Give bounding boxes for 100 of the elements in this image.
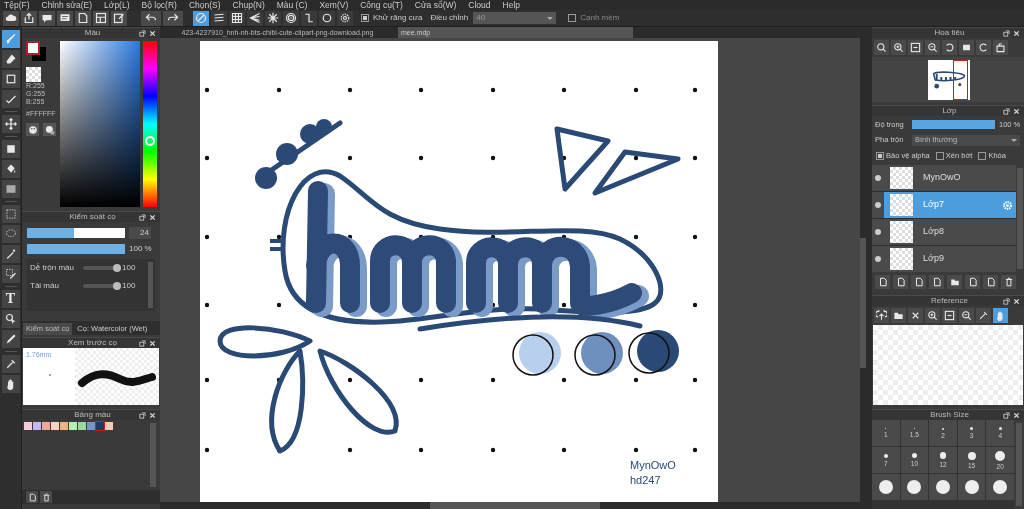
- import-button[interactable]: [911, 275, 926, 289]
- zoom-in-button[interactable]: [891, 40, 906, 55]
- color-swatch[interactable]: [69, 422, 77, 430]
- color-swatch[interactable]: [105, 422, 113, 430]
- export-button[interactable]: [21, 10, 37, 26]
- scrollbar[interactable]: [150, 423, 156, 487]
- menu-item[interactable]: Xem(V): [319, 0, 349, 10]
- ring-button[interactable]: [319, 10, 335, 26]
- color-swatch[interactable]: [96, 422, 104, 430]
- slider-track[interactable]: [83, 284, 119, 288]
- edit-page-button[interactable]: [111, 10, 127, 26]
- add-layer-button[interactable]: [929, 275, 944, 289]
- gear-button[interactable]: [337, 10, 353, 26]
- color-swatch[interactable]: [33, 422, 41, 430]
- magic-wand-tool-button[interactable]: [1, 245, 20, 263]
- layer-row[interactable]: MynOwO: [872, 165, 1016, 191]
- brush-size-slider[interactable]: [27, 228, 125, 238]
- selection-tool-button[interactable]: [1, 205, 20, 223]
- select-cursor-tool-button[interactable]: [1, 310, 20, 328]
- hue-handle[interactable]: [145, 135, 155, 146]
- panel-layout-button[interactable]: [93, 10, 109, 26]
- upload-button[interactable]: [874, 308, 889, 323]
- zoom-out-button[interactable]: [959, 308, 974, 323]
- redo-button[interactable]: [163, 10, 183, 26]
- scrollbar[interactable]: [1016, 423, 1022, 506]
- trash-button[interactable]: [1001, 275, 1016, 289]
- horizontal-scrollbar[interactable]: [160, 502, 860, 509]
- gradient-tool-button[interactable]: [1, 180, 20, 198]
- color-swatch[interactable]: [87, 422, 95, 430]
- fit-screen-button[interactable]: [942, 308, 957, 323]
- brush-size-field[interactable]: 24: [129, 227, 151, 239]
- layer-option-checkbox[interactable]: [876, 152, 884, 160]
- slider-thumb[interactable]: [113, 264, 121, 272]
- eyedropper-tool-button[interactable]: [1, 355, 20, 373]
- square-tool-button[interactable]: [1, 140, 20, 158]
- menu-item[interactable]: Lớp(L): [104, 0, 130, 10]
- slider-thumb[interactable]: [113, 282, 121, 290]
- duplicate-button[interactable]: [965, 275, 980, 289]
- rotate-right-button[interactable]: [976, 40, 991, 55]
- transparent-swatch[interactable]: [26, 67, 41, 82]
- zoom-in-button[interactable]: [925, 308, 940, 323]
- undo-button[interactable]: [141, 10, 161, 26]
- merge-button[interactable]: [983, 275, 998, 289]
- scrollbar-thumb[interactable]: [430, 502, 600, 509]
- brush-tool-button[interactable]: [1, 30, 20, 48]
- menu-item[interactable]: Cửa sổ(W): [414, 0, 457, 10]
- brush-opacity-slider[interactable]: [27, 244, 125, 254]
- color-swatch[interactable]: [60, 422, 68, 430]
- rotate-left-button[interactable]: [942, 40, 957, 55]
- move-tool-button[interactable]: [1, 115, 20, 133]
- foreground-background-swatch[interactable]: [26, 41, 48, 63]
- lasso-tool-button[interactable]: [1, 225, 20, 243]
- menu-item[interactable]: Help: [502, 0, 521, 10]
- menu-item[interactable]: Chọn(S): [188, 0, 221, 10]
- brush-size-option[interactable]: [986, 474, 1014, 500]
- menu-item[interactable]: Công cụ(T): [360, 0, 403, 10]
- eraser-tool-button[interactable]: [1, 50, 20, 68]
- pen-tool-button[interactable]: [1, 330, 20, 348]
- brush-size-option[interactable]: [929, 474, 957, 500]
- text-tool-button[interactable]: T: [1, 290, 20, 308]
- selection-pen-tool-button[interactable]: [1, 265, 20, 283]
- brush-size-option[interactable]: [957, 474, 986, 500]
- close-button[interactable]: [908, 308, 923, 323]
- palette-settings-button[interactable]: [43, 123, 56, 136]
- folder-button[interactable]: [947, 275, 962, 289]
- folder-button[interactable]: [891, 308, 906, 323]
- hue-slider[interactable]: [143, 41, 157, 207]
- page-button[interactable]: [75, 10, 91, 26]
- slider-track[interactable]: [83, 266, 119, 270]
- fit-screen-button[interactable]: [908, 40, 923, 55]
- antialias-checkbox[interactable]: [361, 14, 369, 22]
- soft-edge-checkbox[interactable]: [568, 14, 577, 22]
- menu-item[interactable]: Màu (C): [276, 0, 308, 10]
- rectangle-tool-button[interactable]: [1, 70, 20, 88]
- viewport-frame[interactable]: [953, 59, 968, 100]
- color-swatch[interactable]: [42, 422, 50, 430]
- curve-button[interactable]: [301, 10, 317, 26]
- grid-button[interactable]: [229, 10, 245, 26]
- flip-button[interactable]: [993, 40, 1008, 55]
- hand-tool-button[interactable]: [1, 375, 20, 393]
- brush-size-option[interactable]: [872, 474, 900, 500]
- perspective-button[interactable]: [247, 10, 263, 26]
- color-swatch[interactable]: [24, 422, 32, 430]
- cloud-button[interactable]: [3, 10, 19, 26]
- menu-item[interactable]: Chỉnh sửa(E): [41, 0, 93, 10]
- menu-item[interactable]: Tệp(F): [4, 0, 30, 10]
- opacity-slider[interactable]: [912, 120, 995, 129]
- delete-button[interactable]: [40, 491, 52, 503]
- actual-size-button[interactable]: [959, 40, 974, 55]
- paint-bucket-tool-button[interactable]: [1, 160, 20, 178]
- new-layer-button[interactable]: [875, 275, 890, 289]
- scrollbar[interactable]: [148, 262, 153, 308]
- scrollbar-thumb[interactable]: [860, 238, 866, 368]
- snap-off-button[interactable]: [193, 10, 209, 26]
- brush-size-option[interactable]: [900, 474, 929, 500]
- eyedropper-button[interactable]: [976, 308, 991, 323]
- layer-option-checkbox[interactable]: [978, 152, 987, 160]
- menu-item[interactable]: Chụp(N): [232, 0, 265, 10]
- color-swatch[interactable]: [78, 422, 86, 430]
- layer-row[interactable]: Lớp9: [872, 246, 1016, 272]
